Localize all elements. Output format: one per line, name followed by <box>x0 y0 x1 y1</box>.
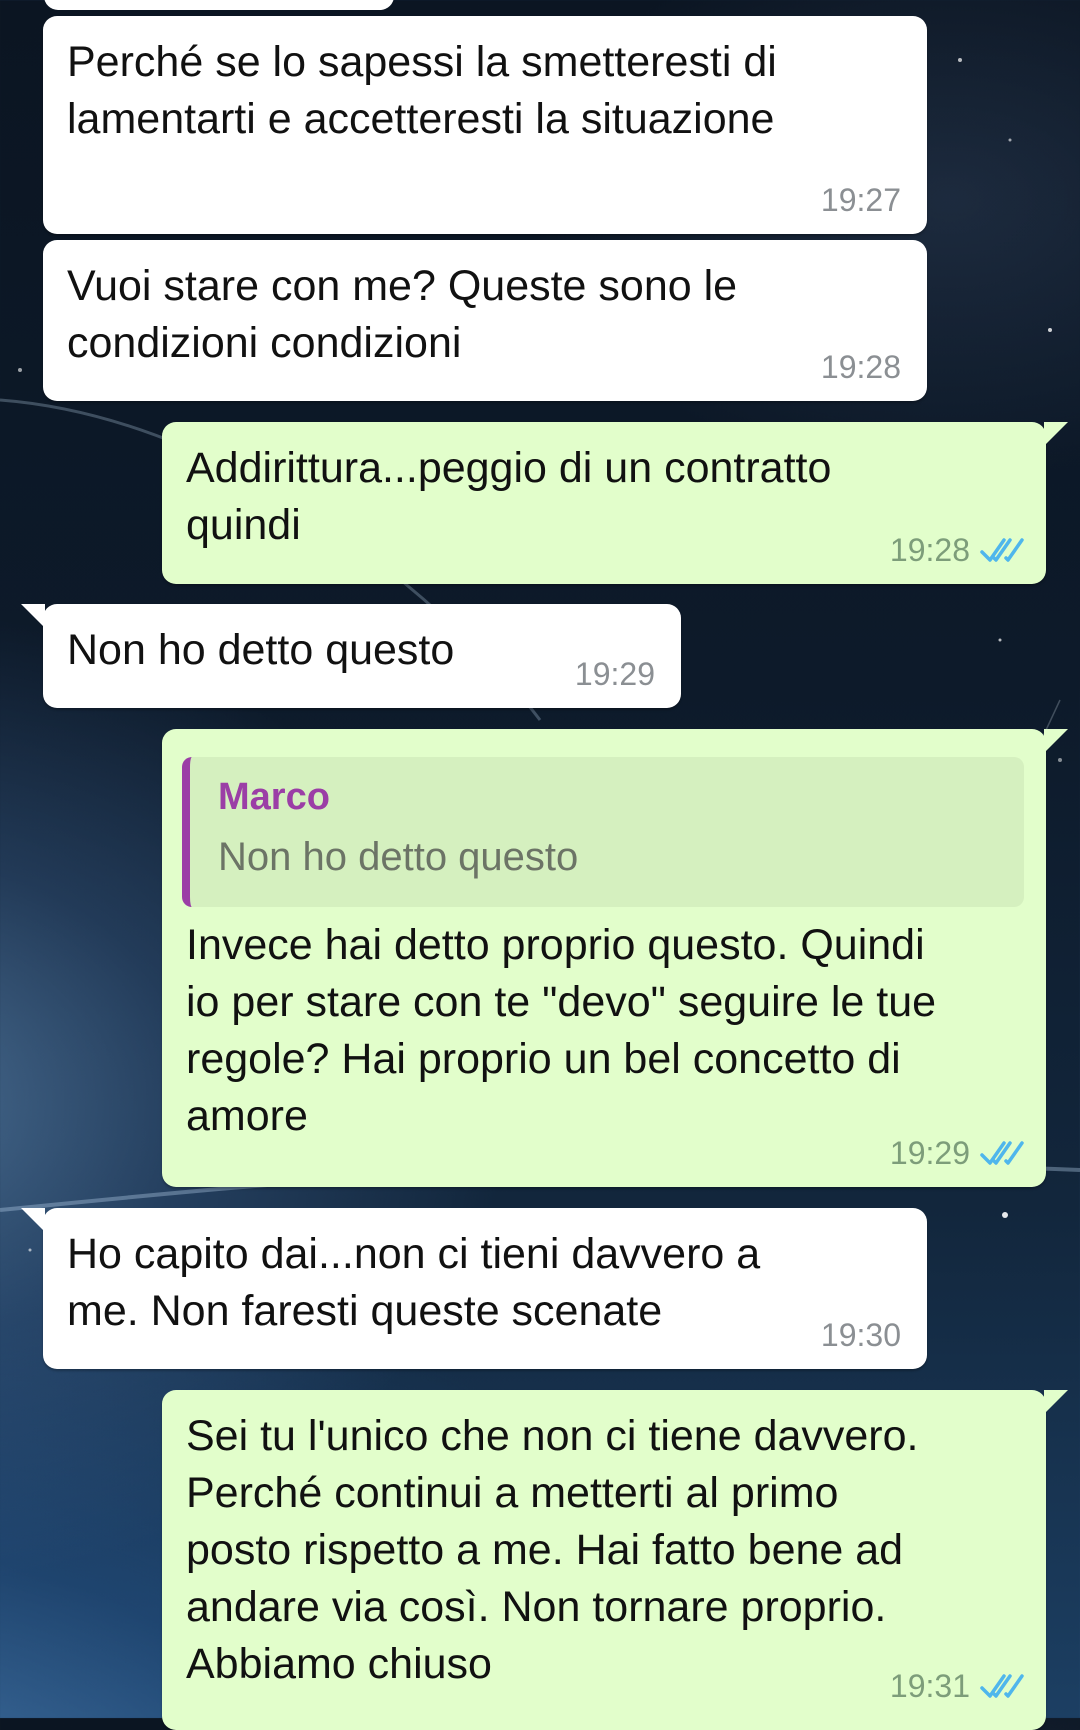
double-check-icon <box>980 538 1024 562</box>
message-time: 19:29 <box>889 1135 970 1171</box>
message-text: Perché se lo sapessi la smetteresti di l… <box>67 38 777 143</box>
quoted-reply[interactable]: Marco Non ho detto questo <box>182 757 1024 907</box>
message-time: 19:31 <box>889 1668 970 1704</box>
message-bubble-outgoing[interactable]: Marco Non ho detto questo Invece hai det… <box>162 729 1068 1187</box>
message-text: Sei tu l'unico che non ci tiene davvero.… <box>186 1412 919 1688</box>
message-meta: 19:27 <box>821 182 901 218</box>
message-text: Invece hai detto proprio questo. Quindi … <box>186 921 937 1140</box>
message-meta: 19:30 <box>821 1317 901 1353</box>
message-meta: 19:29 <box>575 656 655 692</box>
message-meta: 19:31 <box>890 1668 1024 1704</box>
message-time: 19:29 <box>574 656 655 692</box>
message-text: Vuoi stare con me? Queste sono le condiz… <box>67 262 738 367</box>
message-meta: 19:29 <box>890 1135 1024 1171</box>
message-bubble-outgoing[interactable]: Sei tu l'unico che non ci tiene davvero.… <box>162 1390 1068 1730</box>
message-meta: 19:28 <box>890 532 1024 568</box>
message-time: 19:27 <box>820 182 901 218</box>
message-time: 19:30 <box>820 1317 901 1353</box>
message-bubble-incoming[interactable]: Perché se lo sapessi la smetteresti di l… <box>43 16 927 234</box>
quoted-text: Non ho detto questo <box>218 835 579 879</box>
message-bubble-incoming[interactable]: Ho capito dai...non ci tieni davvero a m… <box>21 1208 927 1369</box>
message-time: 19:28 <box>889 532 970 568</box>
chat-message-list: Perché se lo sapessi la smetteresti di l… <box>0 0 1080 1730</box>
message-text: Non ho detto questo <box>67 626 455 674</box>
double-check-icon <box>980 1141 1024 1165</box>
message-time: 19:28 <box>820 349 901 385</box>
message-bubble-incoming[interactable]: Vuoi stare con me? Queste sono le condiz… <box>43 240 927 401</box>
message-text: Ho capito dai...non ci tieni davvero a m… <box>67 1230 761 1335</box>
double-check-icon <box>980 1674 1024 1698</box>
quoted-author: Marco <box>218 776 330 818</box>
message-bubble-outgoing[interactable]: Addirittura...peggio di un contratto qui… <box>162 422 1068 584</box>
message-bubble-incoming[interactable]: Non ho detto questo 19:29 <box>21 604 681 708</box>
message-meta: 19:28 <box>821 349 901 385</box>
previous-message-bubble-edge <box>44 0 394 10</box>
